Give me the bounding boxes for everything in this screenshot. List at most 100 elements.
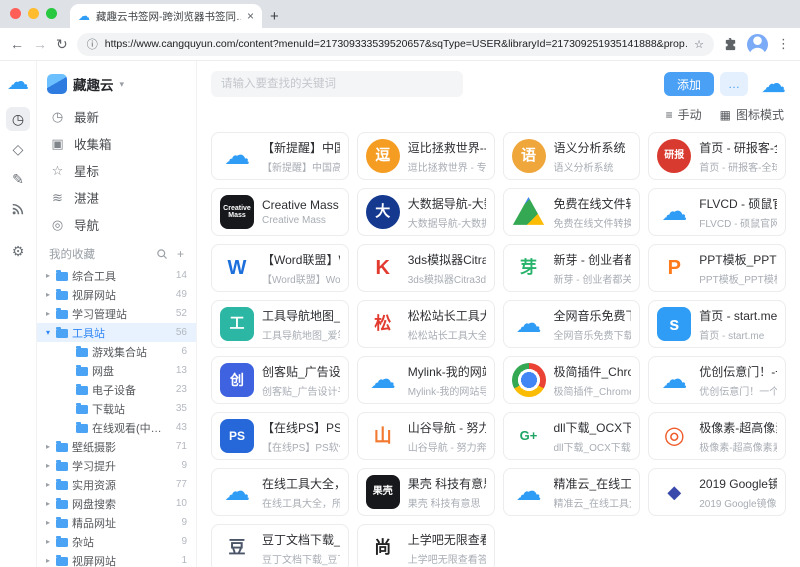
folder-游戏集合站[interactable]: 游戏集合站 6: [37, 342, 196, 361]
bookmark-title: Mylink-我的网站…: [407, 364, 486, 379]
folder-网盘[interactable]: 网盘 13: [37, 361, 196, 380]
search-input[interactable]: [211, 71, 463, 97]
folder-视屏网站[interactable]: ▸ 视屏网站 1: [37, 551, 196, 567]
bookmark-card[interactable]: ☁ 【新提醒】中国… 【新提醒】中国高清近…: [211, 132, 349, 180]
bookmark-card[interactable]: 极简插件_Chrom… 极简插件_Chrome扩…: [502, 356, 641, 404]
tag-icon[interactable]: ◇: [6, 137, 30, 161]
folder-网盘搜索[interactable]: ▸ 网盘搜索 10: [37, 494, 196, 513]
add-folder-icon[interactable]: +: [177, 247, 184, 261]
folder-学习提升[interactable]: ▸ 学习提升 9: [37, 456, 196, 475]
bookmark-title: 3ds模拟器Citra3…: [407, 252, 486, 267]
bookmark-card[interactable]: K 3ds模拟器Citra3… 3ds模拟器Citra3ds列…: [356, 244, 495, 292]
bookmark-card[interactable]: ☁ 在线工具大全，… 在线工具大全，所有在…: [211, 468, 349, 516]
bookmark-card[interactable]: 尚上学吧无限查看… 上学吧无限查看答案…: [356, 524, 495, 567]
page-content: ☁ ◷ ◇ ✎ ⚙ 藏趣云 ▾ ◷ 最新 ▣ 收集箱 ☆ 星标 ≋ 湛湛 ◎ 导航 我的收藏 +: [0, 61, 800, 567]
back-button[interactable]: ←: [10, 37, 24, 51]
forward-button[interactable]: →: [33, 37, 47, 51]
chevron-right-icon[interactable]: ▸: [44, 499, 52, 508]
chevron-right-icon[interactable]: ▸: [44, 290, 52, 299]
folder-下载站[interactable]: 下载站 35: [37, 399, 196, 418]
bookmark-card[interactable]: 免费在线文件转… 免费在线文件转换器 -…: [502, 188, 641, 236]
extensions-puzzle-icon[interactable]: [723, 37, 738, 52]
bookmark-card[interactable]: ◎ 极像素-超高像素… 极像素-超高像素素材…: [648, 412, 786, 460]
icon-mode-toggle[interactable]: ▦ 图标模式: [720, 106, 784, 123]
bookmark-card[interactable]: 芽新芽 - 创业者都… 新芽 - 创业者都关注的…: [502, 244, 641, 292]
bookmark-card[interactable]: ◆ 2019 Google镜… 2019 Google镜像站点…: [648, 468, 786, 516]
bookmark-card[interactable]: s 首页 - start.me 首页 - start.me: [648, 300, 786, 348]
sidebar-item-latest[interactable]: ◷ 最新: [37, 103, 196, 130]
sync-cloud-icon[interactable]: ☁: [761, 71, 786, 97]
bookmark-card[interactable]: 工工具导航地图_爱… 工具导航地图_爱笔网: [211, 300, 349, 348]
bookmark-title: 首页 - 研报客-全…: [699, 140, 777, 155]
folder-壁纸摄影[interactable]: ▸ 壁纸摄影 71: [37, 437, 196, 456]
bookmark-card[interactable]: ☁ 全网音乐免费下… 全网音乐免费下载 - 音…: [502, 300, 641, 348]
minimize-window-button[interactable]: [28, 8, 39, 19]
bookmark-card[interactable]: P PPT模板_PPT模… PPT模板_PPT模板免费…: [648, 244, 786, 292]
tab-close-icon[interactable]: ×: [247, 9, 254, 23]
chevron-right-icon[interactable]: ▸: [44, 461, 52, 470]
bookmark-card[interactable]: ☁ Mylink-我的网站… Mylink-我的网站导航…: [356, 356, 495, 404]
profile-avatar[interactable]: [747, 33, 768, 55]
bookmark-card[interactable]: 大大数据导航-大数… 大数据导航-大数据工…: [356, 188, 495, 236]
chevron-right-icon[interactable]: ▸: [44, 442, 52, 451]
bookmark-card[interactable]: ☁ 精准云_在线工具… 精准云_在线工具大全: [502, 468, 641, 516]
chevron-right-icon[interactable]: ▸: [44, 556, 52, 565]
workspace-switcher[interactable]: 藏趣云 ▾: [37, 71, 196, 97]
sidebar-item-nav[interactable]: ◎ 导航: [37, 211, 196, 238]
cloud-icon: ☁: [657, 195, 692, 229]
chevron-right-icon[interactable]: ▸: [44, 480, 52, 489]
history-icon[interactable]: ◷: [6, 107, 30, 131]
startme-logo-icon: s: [657, 307, 692, 341]
sidebar-item-feeds[interactable]: ≋ 湛湛: [37, 184, 196, 211]
fullscreen-window-button[interactable]: [46, 8, 57, 19]
bookmark-card[interactable]: 逗逗比拯救世界--… 逗比拯救世界 - 专业的…: [356, 132, 495, 180]
folder-实用资源[interactable]: ▸ 实用资源 77: [37, 475, 196, 494]
folder-杂站[interactable]: ▸ 杂站 9: [37, 532, 196, 551]
more-options-button[interactable]: …: [720, 72, 748, 96]
bookmark-subtitle: 语义分析系统: [553, 162, 614, 174]
site-info-icon[interactable]: ⓘ: [87, 36, 98, 52]
new-tab-button[interactable]: +: [270, 9, 279, 24]
bookmark-card[interactable]: 山山谷导航 - 努力… 山谷导航 - 努力奔跑的…: [356, 412, 495, 460]
browser-menu-icon[interactable]: ⋮: [777, 36, 790, 52]
address-bar[interactable]: ⓘ https://www.cangquyun.com/content?menu…: [76, 32, 714, 56]
folder-在线观看(中文版)[interactable]: 在线观看(中文版) 43: [37, 418, 196, 437]
bookmark-card[interactable]: Creative Mass Creative Mass Creative Mass: [211, 188, 349, 236]
settings-gear-icon[interactable]: ⚙: [6, 239, 30, 263]
add-bookmark-button[interactable]: 添加: [663, 72, 714, 96]
edit-pen-icon[interactable]: ✎: [6, 167, 30, 191]
folder-精品网址[interactable]: ▸ 精品网址 9: [37, 513, 196, 532]
bookmark-card[interactable]: ☁ 优创伝意门！-一… 优创伝意门！一个实用…: [648, 356, 786, 404]
search-icon[interactable]: [156, 248, 168, 260]
sidebar-item-starred[interactable]: ☆ 星标: [37, 157, 196, 184]
reload-button[interactable]: ↻: [56, 37, 68, 51]
bookmark-star-icon[interactable]: ☆: [694, 38, 704, 51]
bookmark-title: 极像素-超高像素…: [699, 420, 777, 435]
folder-视屏网站[interactable]: ▸ 视屏网站 49: [37, 285, 196, 304]
folder-工具站[interactable]: ▾ 工具站 56: [37, 323, 196, 342]
rss-icon[interactable]: [6, 197, 30, 221]
bookmark-card[interactable]: 语语义分析系统 语义分析系统: [502, 132, 641, 180]
chevron-right-icon[interactable]: ▸: [44, 518, 52, 527]
bookmark-card[interactable]: 松松松站长工具大… 松松站长工具大全-最…: [356, 300, 495, 348]
bookmark-card[interactable]: PS 【在线PS】PS软… 【在线PS】PS软件网页…: [211, 412, 349, 460]
bookmark-card[interactable]: ☁ FLVCD - 硕鼠官… FLVCD - 硕鼠官网|FLV…: [648, 188, 786, 236]
chevron-down-icon[interactable]: ▾: [44, 328, 52, 337]
bookmark-card[interactable]: 研报首页 - 研报客-全… 首页 - 研报客-全球靠…: [648, 132, 786, 180]
folder-学习管理站[interactable]: ▸ 学习管理站 52: [37, 304, 196, 323]
browser-tab[interactable]: ☁ 藏趣云书签网-跨浏览器书签同… ×: [70, 4, 262, 28]
chevron-right-icon[interactable]: ▸: [44, 537, 52, 546]
bookmark-card[interactable]: 果壳果壳 科技有意思果壳 科技有意思: [356, 468, 495, 516]
bookmark-card[interactable]: W 【Word联盟】W… 【Word联盟】Word20…: [211, 244, 349, 292]
chevron-right-icon[interactable]: ▸: [44, 271, 52, 280]
chevron-right-icon[interactable]: ▸: [44, 309, 52, 318]
manual-sort-toggle[interactable]: ≡ 手动: [666, 106, 702, 123]
url-text: https://www.cangquyun.com/content?menuId…: [104, 38, 688, 50]
bookmark-card[interactable]: G+ dll下载_OCX下… dll下载_OCX下载-脚…: [502, 412, 641, 460]
folder-电子设备[interactable]: 电子设备 23: [37, 380, 196, 399]
sidebar-item-inbox[interactable]: ▣ 收集箱: [37, 130, 196, 157]
bookmark-card[interactable]: 豆豆丁文档下载_豆… 豆丁文档下载_豆丁文…: [211, 524, 349, 567]
folder-综合工具[interactable]: ▸ 综合工具 14: [37, 266, 196, 285]
close-window-button[interactable]: [10, 8, 21, 19]
bookmark-card[interactable]: 创创客贴_广告设计… 创客贴_广告设计平面…: [211, 356, 349, 404]
